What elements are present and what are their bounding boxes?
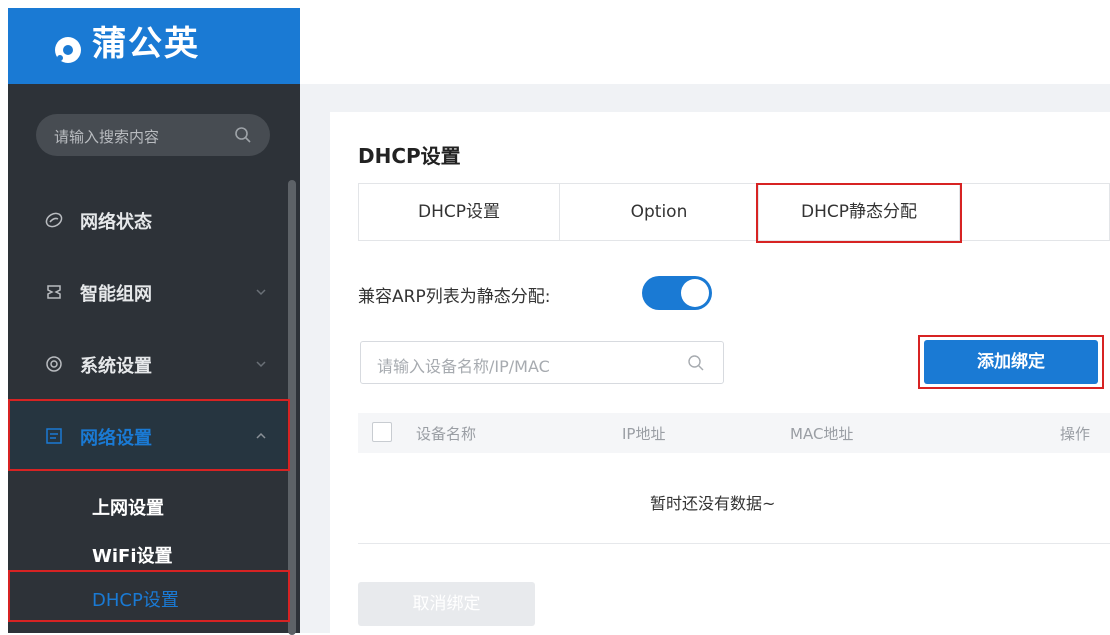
toggle-knob [681,279,709,307]
table-bottom-divider [358,543,1110,544]
cancel-binding-button[interactable]: 取消绑定 [358,582,535,626]
column-header-actions: 操作 [1060,425,1091,443]
sidebar: 蒲公英 请输入搜索内容 网络状态 智能组网 系统设置 网络设置 上网设置 WiF… [8,8,300,635]
tab-bar: DHCP设置 Option DHCP静态分配 [358,183,1110,241]
network-icon [47,285,61,299]
sidebar-item-label: 系统设置 [80,356,152,377]
highlight-dhcp-static-tab [756,183,962,243]
tab-dhcp-settings[interactable]: DHCP设置 [359,184,559,240]
top-bar [300,8,1110,84]
table-empty-message: 暂时还没有数据~ [650,494,776,513]
sidebar-item-label: 网络状态 [80,212,152,233]
sidebar-item-network-status[interactable]: 网络状态 [8,186,286,254]
device-search-placeholder: 请输入设备名称/IP/MAC [377,357,550,376]
gear-icon [46,356,62,372]
column-header-ip: IP地址 [622,425,666,443]
highlight-dhcp-settings [8,570,290,622]
logo-text: 蒲公英 [92,24,200,64]
globe-icon [45,212,63,228]
sidebar-item-label: 智能组网 [80,284,152,305]
tab-option[interactable]: Option [560,184,758,240]
page-edge [0,0,8,633]
column-header-device-name: 设备名称 [416,425,477,443]
sidebar-item-smart-networking[interactable]: 智能组网 [8,258,286,326]
chevron-down-icon [256,361,266,368]
highlight-network-settings [8,399,290,471]
logo-bar: 蒲公英 [8,8,300,84]
device-search-input[interactable]: 请输入设备名称/IP/MAC [360,341,724,384]
submenu-item-wifi-settings[interactable]: WiFi设置 [92,542,173,568]
highlight-add-binding [918,335,1104,389]
column-header-mac: MAC地址 [790,425,854,443]
table-header: 设备名称 IP地址 MAC地址 操作 [358,413,1110,453]
arp-static-toggle[interactable] [642,276,712,310]
select-all-checkbox[interactable] [372,422,392,442]
search-icon[interactable] [687,354,705,372]
page-title: DHCP设置 [358,144,461,168]
arp-static-label: 兼容ARP列表为静态分配: [358,287,551,307]
sidebar-item-system-settings[interactable]: 系统设置 [8,330,286,398]
sidebar-search[interactable]: 请输入搜索内容 [36,114,270,156]
submenu-item-internet-settings[interactable]: 上网设置 [92,494,164,520]
dandelion-logo-icon [55,37,81,63]
search-placeholder: 请输入搜索内容 [54,128,160,146]
search-icon[interactable] [234,126,252,144]
chevron-down-icon [256,289,266,296]
